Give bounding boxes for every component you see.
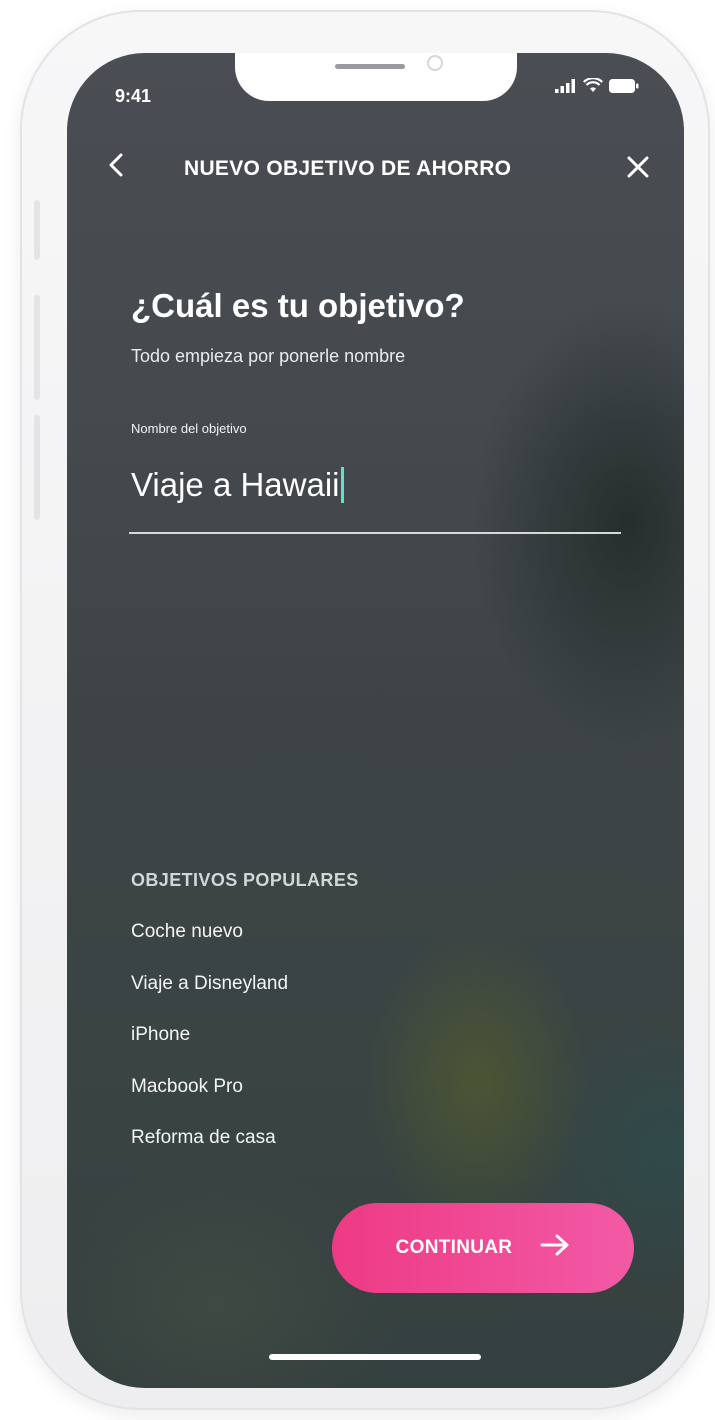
chevron-left-icon xyxy=(108,152,124,183)
signal-icon xyxy=(555,78,577,98)
status-icons xyxy=(555,77,639,98)
mute-switch xyxy=(34,200,40,260)
question-heading: ¿Cuál es tu objetivo? xyxy=(131,287,465,324)
text-caret xyxy=(340,467,344,503)
wifi-icon xyxy=(583,77,603,98)
continue-label: CONTINUAR xyxy=(395,1237,513,1258)
popular-goal-item[interactable]: Macbook Pro xyxy=(131,1074,288,1126)
popular-goals-list: Coche nuevo Viaje a Disneyland iPhone Ma… xyxy=(131,919,288,1177)
battery-icon xyxy=(609,78,639,98)
goal-name-label: Nombre del objetivo xyxy=(131,421,247,436)
goal-name-text: Viaje a Hawaii xyxy=(131,466,340,503)
volume-down-button xyxy=(34,415,40,520)
close-icon xyxy=(626,155,650,184)
question-subheading: Todo empieza por ponerle nombre xyxy=(131,346,406,366)
popular-goals-title: OBJETIVOS POPULARES xyxy=(131,870,359,890)
status-time: 9:41 xyxy=(115,86,152,106)
volume-up-button xyxy=(34,295,40,400)
navigation-bar: NUEVO OBJETIVO DE AHORRO xyxy=(67,148,684,188)
back-button[interactable] xyxy=(101,150,131,184)
popular-goal-item[interactable]: Coche nuevo xyxy=(131,919,288,971)
continue-button[interactable]: CONTINUAR xyxy=(332,1203,634,1293)
app-screen: 9:41 NUEVO OBJETIVO DE AHORRO ¿Cuál es t… xyxy=(67,53,684,1388)
goal-name-value: Viaje a Hawaii xyxy=(131,466,344,504)
popular-goal-item[interactable]: Viaje a Disneyland xyxy=(131,971,288,1023)
speaker-grille xyxy=(335,64,405,69)
close-button[interactable] xyxy=(623,152,653,186)
front-camera xyxy=(427,55,443,71)
goal-name-input[interactable]: Viaje a Hawaii xyxy=(129,456,621,534)
popular-goal-item[interactable]: iPhone xyxy=(131,1022,288,1074)
notch xyxy=(235,53,517,101)
page-title: NUEVO OBJETIVO DE AHORRO xyxy=(184,157,512,180)
home-indicator[interactable] xyxy=(269,1354,481,1360)
arrow-right-icon xyxy=(540,1234,570,1262)
popular-goal-item[interactable]: Reforma de casa xyxy=(131,1125,288,1177)
